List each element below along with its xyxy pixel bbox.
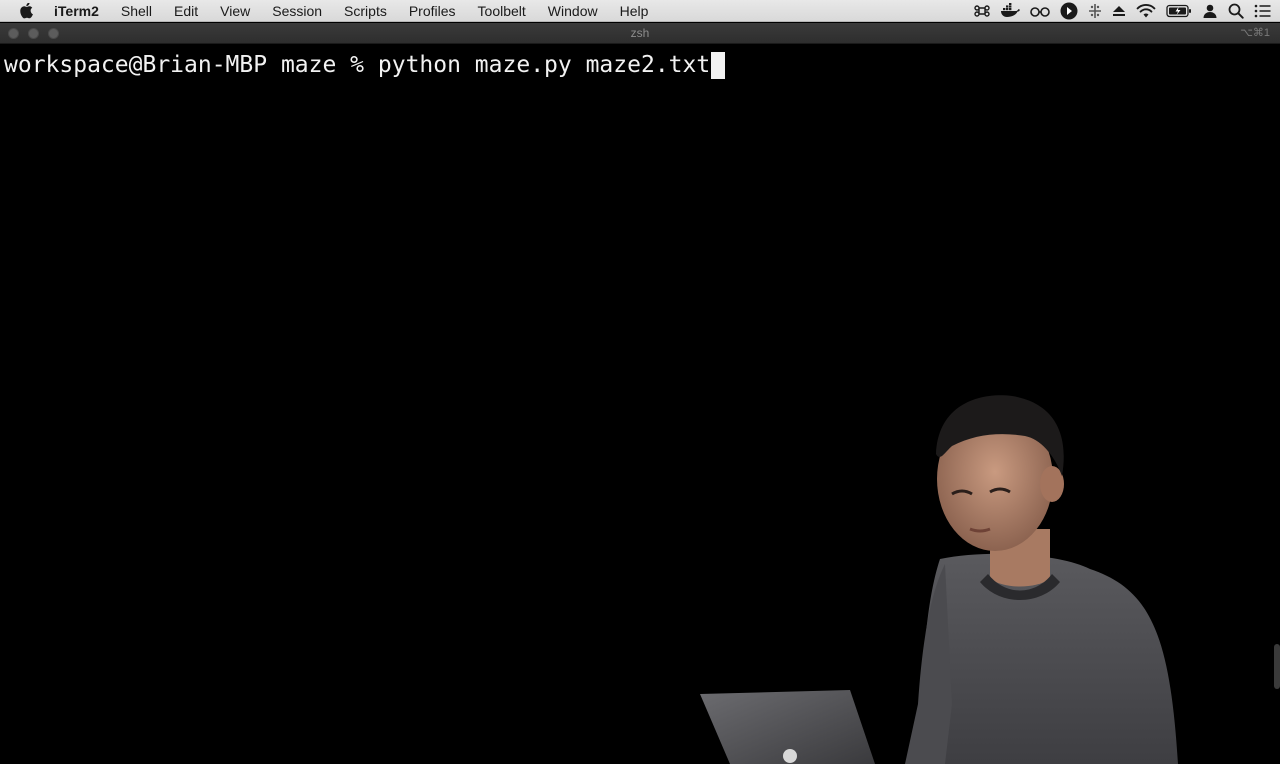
text-cursor xyxy=(711,51,726,79)
apple-logo-icon[interactable] xyxy=(20,2,34,19)
menu-toolbelt[interactable]: Toolbelt xyxy=(478,0,526,22)
docker-icon[interactable] xyxy=(1000,0,1020,22)
menu-profiles[interactable]: Profiles xyxy=(409,0,456,22)
eject-icon[interactable] xyxy=(1112,0,1126,22)
window-title: zsh xyxy=(630,26,650,40)
menu-shell[interactable]: Shell xyxy=(121,0,152,22)
wifi-icon[interactable] xyxy=(1136,0,1156,22)
notification-center-icon[interactable] xyxy=(1254,0,1272,22)
menu-edit[interactable]: Edit xyxy=(174,0,198,22)
command-icon[interactable] xyxy=(974,0,990,22)
user-icon[interactable] xyxy=(1202,0,1218,22)
battery-icon[interactable] xyxy=(1166,0,1192,22)
menu-bar-status-area xyxy=(964,0,1272,22)
menu-session[interactable]: Session xyxy=(272,0,322,22)
window-titlebar[interactable]: zsh ⌥⌘1 xyxy=(0,23,1280,44)
menu-scripts[interactable]: Scripts xyxy=(344,0,387,22)
menu-bar: iTerm2 Shell Edit View Session Scripts P… xyxy=(0,0,1280,22)
menu-app-iterm2[interactable]: iTerm2 xyxy=(54,0,99,22)
terminal-pane[interactable]: workspace@Brian-MBP maze % python maze.p… xyxy=(0,44,1280,764)
command-line[interactable]: workspace@Brian-MBP maze % python maze.p… xyxy=(4,50,726,80)
menu-view[interactable]: View xyxy=(220,0,250,22)
presenter-video-overlay xyxy=(700,395,1178,764)
typed-command: python maze.py maze2.txt xyxy=(377,52,711,78)
shell-prompt: workspace@Brian-MBP maze % xyxy=(4,52,378,78)
spotlight-search-icon[interactable] xyxy=(1228,0,1244,22)
menu-window[interactable]: Window xyxy=(548,0,598,22)
terminal-scrollbar[interactable] xyxy=(1274,644,1280,689)
menu-bar-left: iTerm2 Shell Edit View Session Scripts P… xyxy=(0,0,670,22)
play-circle-icon[interactable] xyxy=(1060,0,1078,22)
menu-help[interactable]: Help xyxy=(620,0,649,22)
window-shortcut-label: ⌥⌘1 xyxy=(1240,27,1270,39)
glasses-icon[interactable] xyxy=(1030,0,1050,22)
plus-grid-icon[interactable] xyxy=(1088,0,1102,22)
